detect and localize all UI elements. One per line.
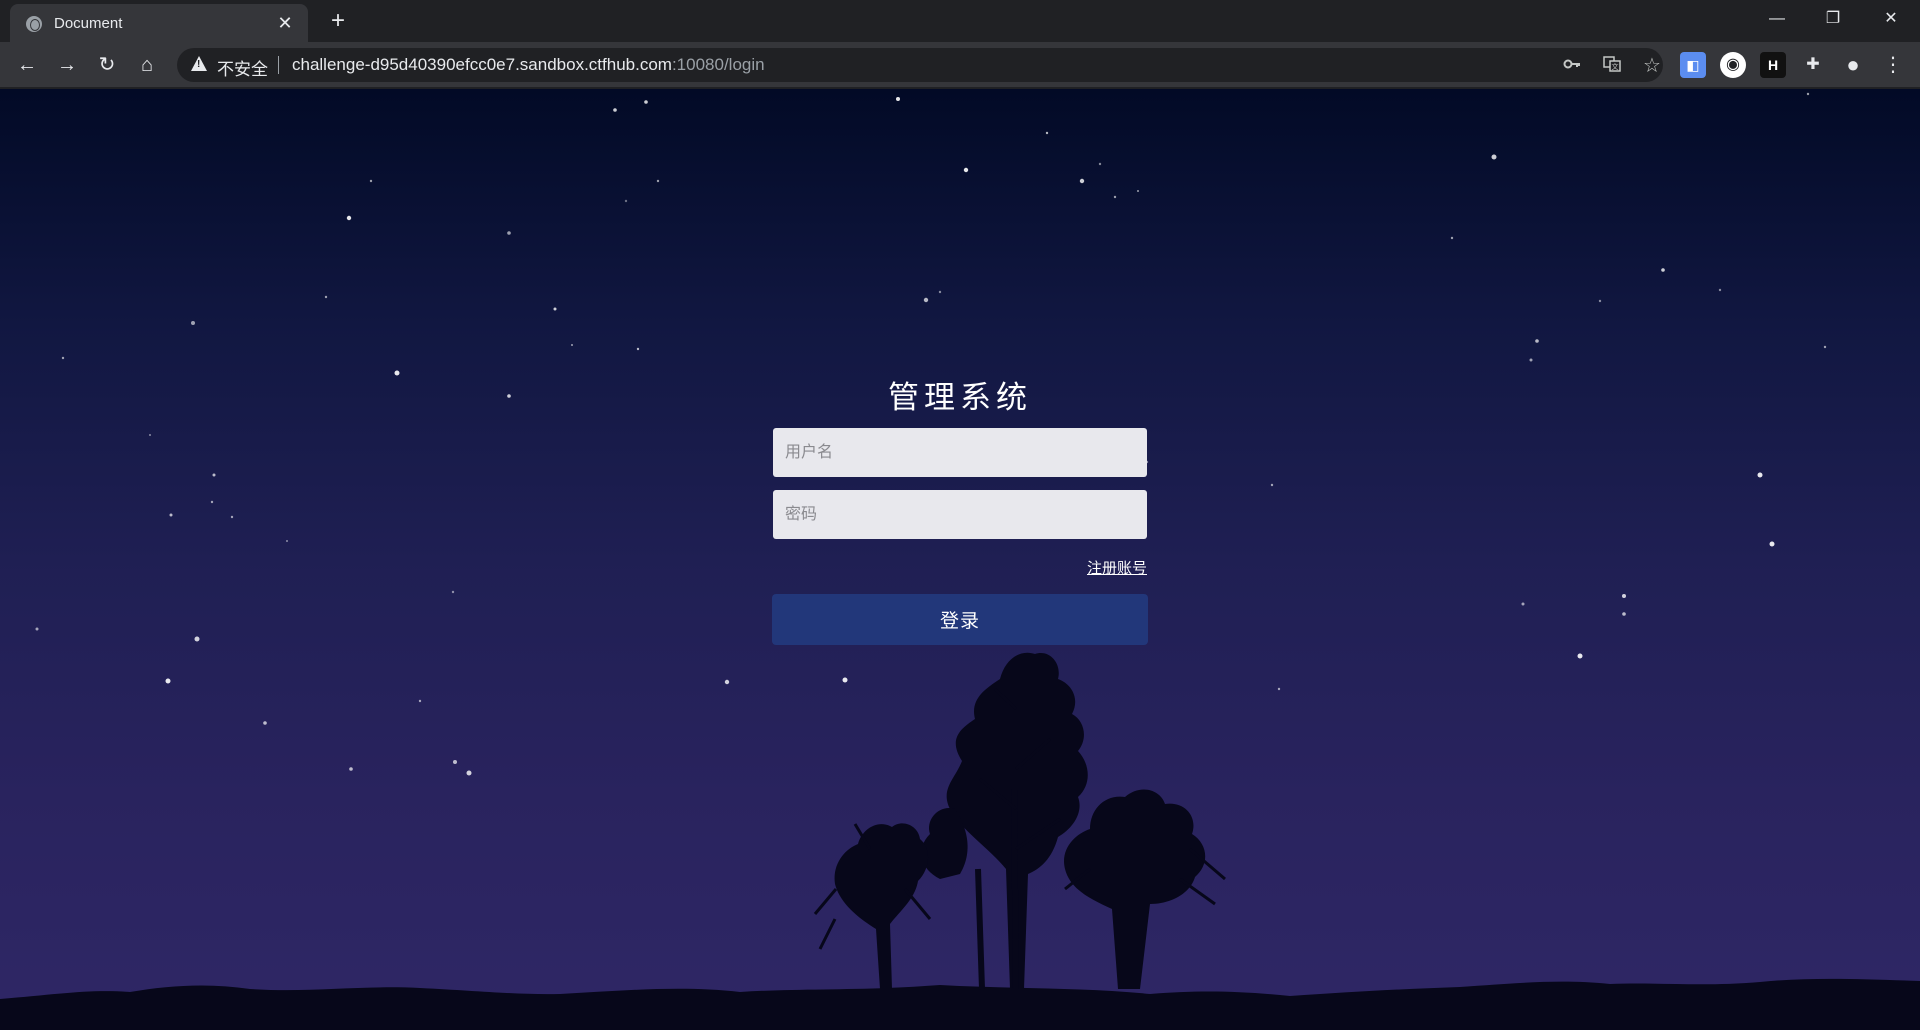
tab-title: Document bbox=[54, 15, 123, 32]
extension-1-icon[interactable]: ◧ bbox=[1680, 52, 1706, 78]
key-icon[interactable] bbox=[1561, 55, 1583, 77]
security-label[interactable]: 不安全 bbox=[217, 55, 268, 80]
tab-close-icon[interactable]: ✕ bbox=[274, 12, 296, 34]
browser-titlebar: Document ✕ + — ❐ ✕ bbox=[0, 0, 1920, 42]
browser-toolbar: ← → ↻ ⌂ 不安全 challenge-d95d40390efcc0e7.s… bbox=[0, 42, 1920, 88]
back-button[interactable]: ← bbox=[12, 50, 42, 80]
password-input[interactable] bbox=[773, 490, 1147, 539]
extension-2-icon[interactable]: ◉ bbox=[1720, 52, 1746, 78]
username-input[interactable] bbox=[773, 428, 1147, 477]
extensions-puzzle-icon[interactable]: ✚ bbox=[1800, 52, 1826, 78]
address-bar[interactable]: 不安全 challenge-d95d40390efcc0e7.sandbox.c… bbox=[177, 48, 1663, 82]
extension-3-icon[interactable]: H bbox=[1760, 52, 1786, 78]
url-path: :10080/login bbox=[671, 55, 765, 74]
url-host: challenge-d95d40390efcc0e7.sandbox.ctfhu… bbox=[292, 55, 672, 74]
page-background: 管理系统 注册账号 登录 bbox=[0, 89, 1920, 1030]
tree-silhouette bbox=[0, 652, 1920, 1030]
profile-icon[interactable]: ● bbox=[1840, 52, 1866, 78]
register-link[interactable]: 注册账号 bbox=[1087, 557, 1147, 578]
separator bbox=[278, 56, 279, 74]
restore-button[interactable]: ❐ bbox=[1810, 4, 1856, 34]
home-button[interactable]: ⌂ bbox=[132, 50, 162, 80]
svg-text:文: 文 bbox=[1612, 62, 1619, 71]
window-close-button[interactable]: ✕ bbox=[1868, 4, 1914, 34]
browser-tab[interactable]: Document ✕ bbox=[10, 4, 308, 42]
url-text[interactable]: challenge-d95d40390efcc0e7.sandbox.ctfhu… bbox=[292, 55, 765, 75]
translate-icon[interactable]: 文 bbox=[1601, 55, 1623, 77]
globe-icon bbox=[26, 16, 42, 32]
new-tab-button[interactable]: + bbox=[324, 7, 352, 35]
warning-icon[interactable] bbox=[191, 56, 207, 71]
forward-button[interactable]: → bbox=[52, 50, 82, 80]
minimize-button[interactable]: — bbox=[1754, 4, 1800, 34]
reload-button[interactable]: ↻ bbox=[92, 50, 122, 80]
menu-icon[interactable]: ⋮ bbox=[1880, 52, 1906, 78]
page-title: 管理系统 bbox=[888, 380, 1032, 415]
login-button[interactable]: 登录 bbox=[772, 594, 1148, 645]
bookmark-star-icon[interactable]: ☆ bbox=[1641, 55, 1663, 77]
